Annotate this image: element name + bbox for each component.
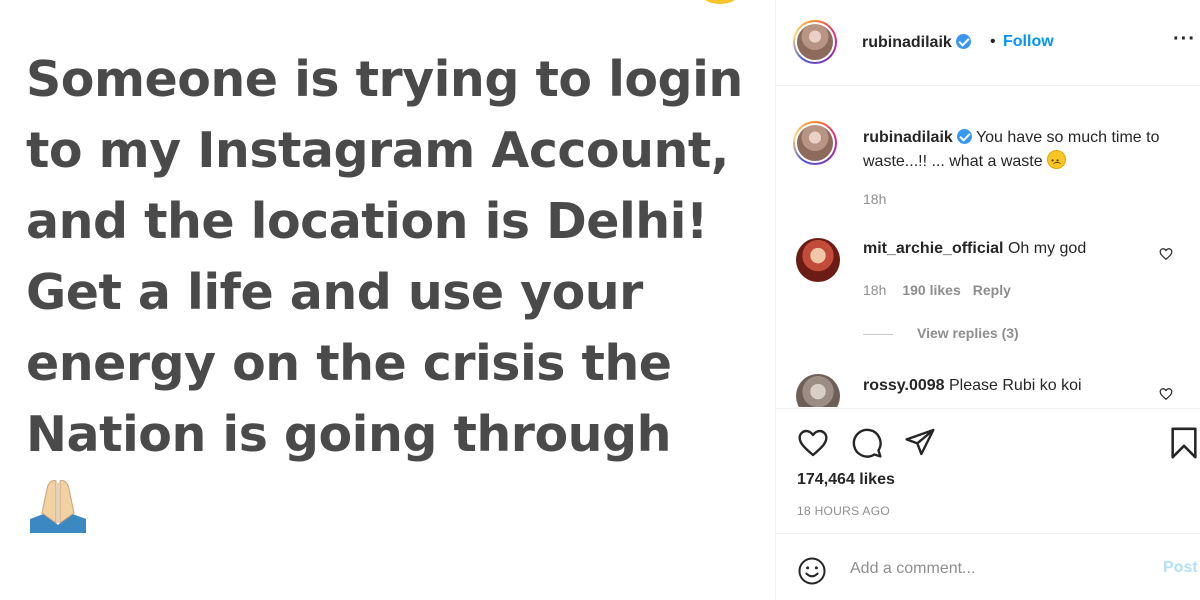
likes-count[interactable]: 174,464 likes [797, 471, 895, 489]
post-text-line: energy on the crisis the [26, 335, 672, 392]
caption-time[interactable]: 18h [863, 191, 886, 207]
post-text-line: Nation is going through [26, 406, 671, 463]
comment-time[interactable]: 18h [863, 282, 886, 298]
reply-button[interactable]: Reply [973, 282, 1011, 298]
comment-text: rossy.0098 Please Rubi ko koi [863, 377, 1082, 395]
comment-bubble-icon[interactable] [851, 427, 883, 459]
add-comment-bar: Post [776, 533, 1200, 600]
post-image: Someone is trying to login to my Instagr… [0, 0, 775, 600]
caption-text: rubinadilaik You have so much time to wa… [863, 126, 1173, 174]
comment-username[interactable]: rossy.0098 [863, 377, 945, 394]
save-bookmark-icon[interactable] [1169, 426, 1199, 460]
comment-input[interactable] [850, 554, 1150, 584]
view-replies-button[interactable]: View replies (3) [863, 325, 1019, 341]
share-paper-plane-icon[interactable] [903, 426, 937, 458]
confused-face-icon [1047, 149, 1067, 173]
comment-body: Oh my god [1007, 240, 1087, 257]
post-timestamp[interactable]: 18 HOURS AGO [797, 504, 890, 518]
comments-list[interactable]: rubinadilaik You have so much time to wa… [776, 87, 1200, 407]
post-text: Someone is trying to login to my Instagr… [26, 44, 766, 470]
post-actions: 174,464 likes 18 HOURS AGO Post [776, 408, 1200, 600]
follow-button[interactable]: Follow [1003, 33, 1054, 51]
header-username[interactable]: rubinadilaik [862, 34, 971, 52]
comment-username[interactable]: mit_archie_official [863, 240, 1004, 257]
caption-username[interactable]: rubinadilaik [863, 129, 953, 146]
post-text-line: and the location is Delhi! [26, 193, 708, 250]
post-comment-button[interactable]: Post [1163, 559, 1198, 577]
emoji-partial-icon [700, 0, 740, 4]
comment-meta: 18h 190 likes Reply [863, 282, 1011, 298]
post-text-line: Get a life and use your [26, 264, 643, 321]
separator-dot: • [990, 33, 996, 50]
post-text-line: to my Instagram Account, [26, 122, 729, 179]
verified-badge-icon [956, 129, 972, 144]
verified-badge-icon [955, 34, 971, 49]
more-options-icon[interactable]: ··· [1173, 28, 1196, 51]
comment-body: Please Rubi ko koi [949, 377, 1082, 394]
post-header: rubinadilaik • Follow ··· [776, 0, 1200, 86]
like-heart-icon[interactable] [796, 427, 830, 459]
post-text-line: Someone is trying to login [26, 51, 743, 108]
emoji-smile-icon[interactable] [797, 556, 827, 586]
comment-heart-icon[interactable] [1159, 247, 1173, 261]
post-sidebar: rubinadilaik • Follow ··· rubinadilaik Y… [775, 0, 1200, 600]
comment-text: mit_archie_official Oh my god [863, 240, 1086, 258]
comment-likes[interactable]: 190 likes [902, 282, 960, 298]
header-username-text[interactable]: rubinadilaik [862, 34, 952, 51]
folded-hands-icon [30, 480, 86, 533]
comment-heart-icon[interactable] [1159, 387, 1173, 401]
comment-avatar[interactable] [796, 238, 840, 282]
caption-avatar[interactable] [793, 121, 837, 165]
avatar[interactable] [793, 20, 837, 64]
comment-avatar[interactable] [796, 374, 840, 407]
